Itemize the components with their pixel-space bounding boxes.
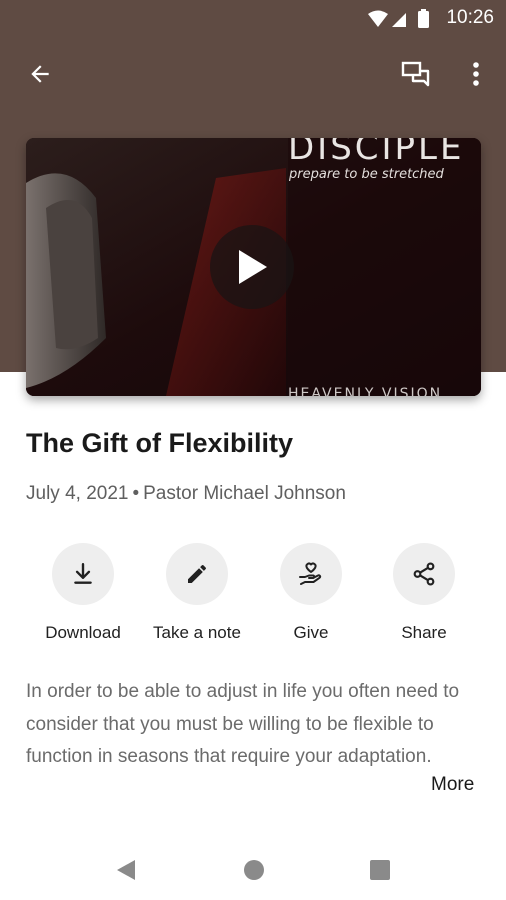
sermon-title: The Gift of Flexibility — [26, 428, 294, 458]
give-label: Give — [293, 623, 329, 642]
share-icon — [413, 562, 435, 586]
meta-separator: • — [132, 483, 140, 504]
video-subtitle-overlay: prepare to be stretched — [289, 167, 444, 182]
more-vert-icon — [473, 62, 479, 86]
more-options-button[interactable] — [454, 52, 498, 96]
give-button[interactable]: Give — [251, 543, 371, 653]
heart-hand-icon — [299, 562, 322, 585]
status-time: 10:26 — [446, 7, 494, 28]
sermon-meta: July 4, 2021 • Pastor Michael Johnson — [26, 483, 346, 505]
nav-recents-button[interactable] — [362, 852, 398, 888]
chat-button[interactable] — [394, 52, 438, 96]
share-circle[interactable] — [393, 543, 455, 605]
download-button[interactable]: Download — [23, 543, 143, 653]
status-bar: 10:26 — [0, 0, 506, 36]
pencil-icon — [188, 564, 207, 583]
arrow-back-icon — [31, 65, 49, 83]
sermon-date: July 4, 2021 — [26, 483, 129, 504]
take-note-circle[interactable] — [166, 543, 228, 605]
sermon-description: In order to be able to adjust in life yo… — [26, 681, 460, 767]
nav-home-button[interactable] — [236, 852, 272, 888]
battery-icon — [418, 11, 429, 28]
download-circle[interactable] — [52, 543, 114, 605]
system-nav-bar — [0, 840, 506, 900]
take-note-button[interactable]: Take a note — [137, 543, 257, 653]
nav-recents-icon — [370, 860, 390, 880]
status-icons — [368, 9, 429, 28]
play-button[interactable] — [210, 225, 294, 309]
sermon-speaker: Pastor Michael Johnson — [143, 483, 346, 504]
share-label: Share — [401, 623, 447, 642]
nav-back-icon — [117, 860, 135, 880]
signal-icon — [392, 13, 406, 27]
video-footer-overlay: HEAVENLY VISION — [288, 386, 443, 396]
more-link[interactable]: More — [431, 774, 474, 796]
video-title-overlay: DISCIPLE — [288, 138, 465, 168]
download-label: Download — [45, 623, 121, 642]
play-icon — [239, 250, 267, 284]
share-button[interactable]: Share — [364, 543, 484, 653]
give-circle[interactable] — [280, 543, 342, 605]
video-player[interactable]: DISCIPLE prepare to be stretched HEAVENL… — [26, 138, 481, 396]
chat-icon — [401, 61, 430, 87]
app-bar — [0, 46, 506, 102]
wifi-icon — [368, 10, 388, 27]
nav-home-icon — [244, 860, 264, 880]
nav-back-button[interactable] — [108, 852, 144, 888]
back-button[interactable] — [18, 52, 62, 96]
take-note-label: Take a note — [153, 623, 241, 642]
download-icon — [74, 563, 92, 584]
